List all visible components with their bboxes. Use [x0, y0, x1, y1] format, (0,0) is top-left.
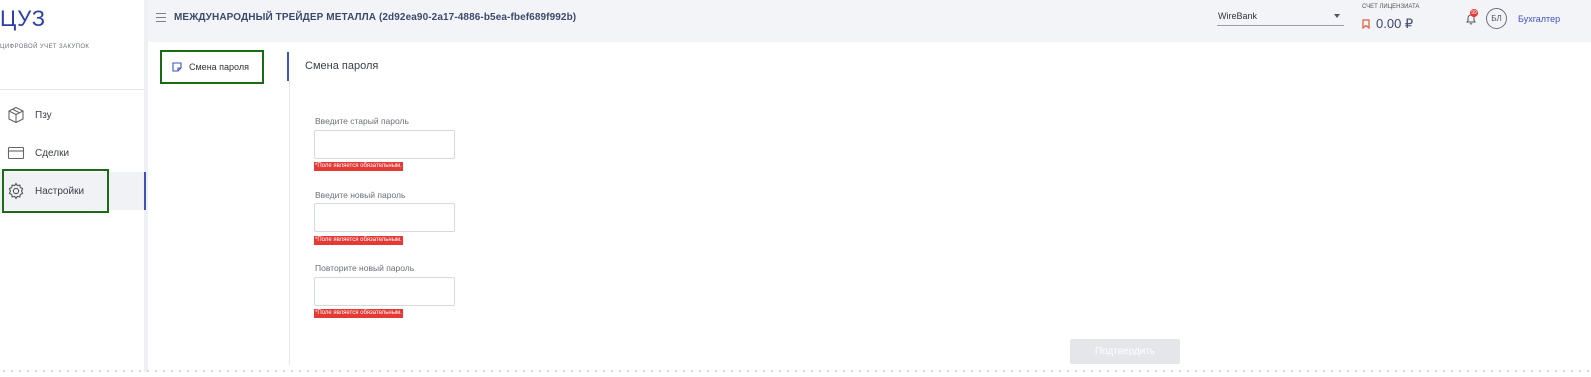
repeat-password-input[interactable]	[314, 277, 455, 306]
bank-select-value: WireBank	[1218, 11, 1258, 21]
submit-button[interactable]: Подтвердить	[1070, 339, 1180, 364]
sidebar-item-label: Пзу	[35, 109, 52, 121]
bookmark-icon	[1362, 19, 1370, 30]
user-role-link[interactable]: Бухгалтер	[1518, 14, 1560, 24]
repeat-password-label: Повторите новый пароль	[315, 263, 415, 273]
account-label: СЧЕТ ЛИЦЕНЗИАТА	[1362, 4, 1420, 10]
highlight-box	[2, 169, 109, 213]
account-balance: 0.00 ₽	[1362, 16, 1413, 32]
submenu-item-label: Смена пароля	[189, 62, 249, 72]
content-divider	[289, 81, 290, 365]
sidebar-item-pzu[interactable]: Пзу	[0, 96, 146, 134]
sidebar: ЦУЗ ЦИФРОВОЙ УЧЕТ ЗАКУПОК Пзу Сделки Нас…	[0, 0, 148, 372]
new-password-error: *Поле является обязательным.	[314, 236, 403, 245]
old-password-label: Введите старый пароль	[315, 116, 409, 126]
note-icon	[172, 62, 182, 72]
app-logo[interactable]: ЦУЗ	[0, 6, 46, 32]
chevron-down-icon	[1334, 14, 1340, 18]
organization-title: МЕЖДУНАРОДНЫЙ ТРЕЙДЕР МЕТАЛЛА (2d92ea90-…	[174, 12, 577, 23]
sidebar-item-settings[interactable]: Настройки	[0, 169, 146, 213]
account-balance-value: 0.00 ₽	[1376, 16, 1414, 31]
old-password-input[interactable]	[314, 130, 455, 159]
app-logo-subtitle: ЦИФРОВОЙ УЧЕТ ЗАКУПОК	[0, 44, 90, 50]
submenu-item-change-password[interactable]: Смена пароля	[160, 50, 264, 84]
old-password-error: *Поле является обязательным.	[314, 162, 403, 171]
sidebar-item-label: Сделки	[35, 147, 70, 159]
box-icon	[7, 106, 25, 124]
menu-icon[interactable]	[156, 13, 166, 22]
card-icon	[7, 144, 25, 162]
app-root: ЦУЗ ЦИФРОВОЙ УЧЕТ ЗАКУПОК Пзу Сделки Нас…	[0, 0, 1591, 377]
sidebar-item-deals[interactable]: Сделки	[0, 134, 146, 172]
new-password-input[interactable]	[314, 203, 455, 232]
active-tab-indicator	[287, 52, 289, 81]
bank-select[interactable]: WireBank	[1217, 8, 1344, 26]
bottom-dotted-border	[0, 370, 1591, 372]
avatar[interactable]: БЛ	[1486, 8, 1507, 29]
new-password-label: Введите новый пароль	[315, 190, 406, 200]
top-header: МЕЖДУНАРОДНЫЙ ТРЕЙДЕР МЕТАЛЛА (2d92ea90-…	[148, 0, 1591, 42]
sidebar-divider	[0, 89, 144, 90]
repeat-password-error: *Поле является обязательным.	[314, 309, 403, 318]
notification-badge: 99	[1470, 9, 1478, 17]
page-title: Смена пароля	[305, 60, 379, 72]
